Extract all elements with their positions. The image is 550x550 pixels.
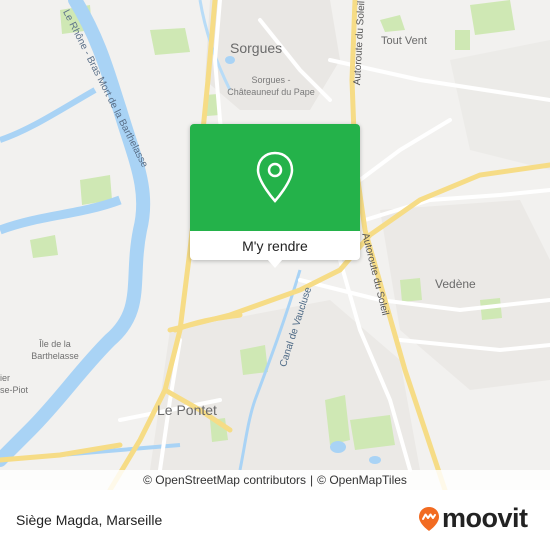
- popup-header: [190, 124, 360, 231]
- place-name: Siège Magda, Marseille: [16, 512, 163, 528]
- directions-button[interactable]: M'y rendre: [190, 231, 360, 260]
- label-ile-barthelasse: Île de la Barthelasse: [31, 339, 79, 361]
- moovit-wordmark: moovit: [442, 503, 528, 533]
- attribution-separator: |: [310, 473, 314, 487]
- label-station-sorgues: Sorgues - Châteauneuf du Pape: [227, 75, 315, 97]
- moovit-pin-icon: [419, 506, 439, 531]
- label-vedene: Vedène: [435, 277, 476, 291]
- label-tout-vent: Tout Vent: [381, 35, 427, 47]
- moovit-logo[interactable]: moovit: [418, 503, 528, 534]
- urban-area-east: [450, 40, 550, 170]
- location-popup: M'y rendre: [190, 124, 360, 268]
- label-le-pontet: Le Pontet: [157, 402, 217, 418]
- label-ier: ier: [0, 373, 11, 383]
- attribution-tiles-link[interactable]: © OpenMapTiles: [317, 473, 407, 487]
- popup-pointer: [267, 259, 283, 268]
- attribution-osm-link[interactable]: © OpenStreetMap contributors: [143, 473, 306, 487]
- map-attribution: © OpenStreetMap contributors | © OpenMap…: [0, 470, 550, 490]
- location-pin-icon: [256, 151, 294, 203]
- river-branch-west: [0, 195, 122, 235]
- label-se-piot: se-Piot: [0, 385, 29, 395]
- label-sorgues: Sorgues: [230, 40, 283, 56]
- river-branch-north: [0, 87, 97, 143]
- map-view[interactable]: Sorgues Sorgues - Châteauneuf du Pape To…: [0, 0, 550, 490]
